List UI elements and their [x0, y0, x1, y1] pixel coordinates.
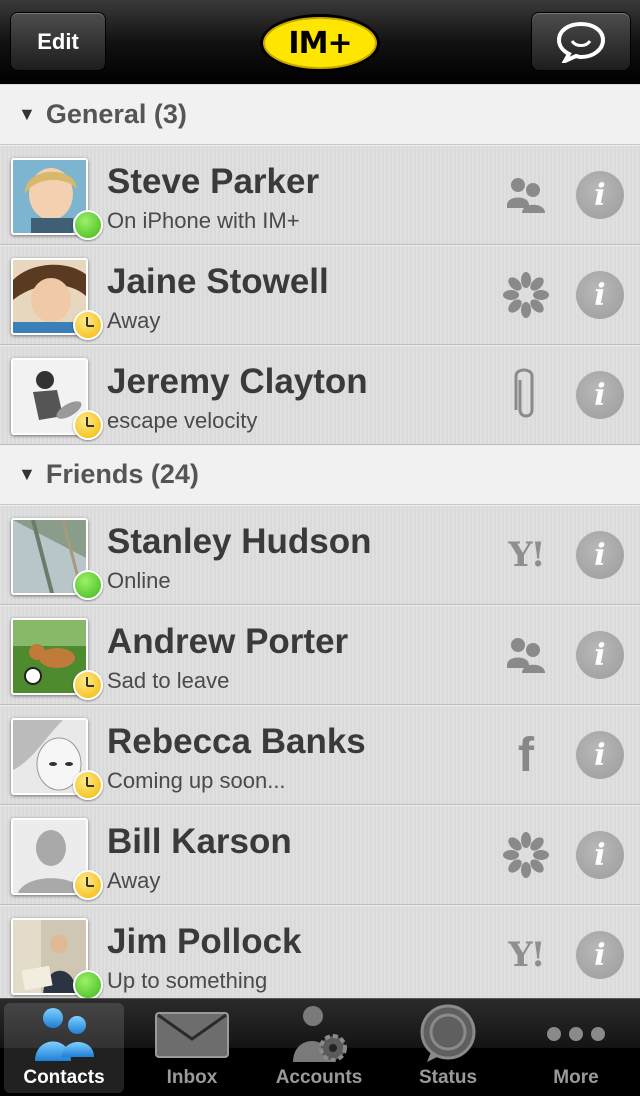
contact-row[interactable]: Andrew Porter Sad to leave i [0, 605, 640, 705]
contact-name: Andrew Porter [107, 622, 349, 661]
top-navigation-bar: Edit IM+ [0, 0, 640, 84]
im-plus-logo: IM+ [258, 12, 382, 74]
contact-status-text: Coming up soon... [107, 768, 286, 793]
info-button[interactable]: i [576, 731, 624, 779]
contact-name: Jeremy Clayton [107, 362, 368, 401]
chat-bubble-icon [556, 21, 606, 63]
info-button[interactable]: i [576, 831, 624, 879]
status-away-icon [73, 870, 103, 900]
contact-status-text: Away [107, 308, 161, 333]
contact-row[interactable]: Jim Pollock Up to something Y! i [0, 905, 640, 998]
more-dots-icon [531, 1003, 621, 1065]
status-online-icon [73, 210, 103, 240]
tab-label: Accounts [275, 1067, 363, 1088]
logo-text: IM+ [288, 25, 352, 61]
status-online-icon [73, 570, 103, 600]
group-header-general[interactable]: ▼ General (3) [0, 85, 640, 145]
tab-label: Status [418, 1067, 478, 1088]
status-away-icon [73, 410, 103, 440]
compose-chat-button[interactable] [531, 12, 631, 71]
contact-status-text: Up to something [107, 968, 268, 993]
contact-row[interactable]: Bill Karson Away i [0, 805, 640, 905]
contact-name: Rebecca Banks [107, 722, 366, 761]
group-icon [498, 630, 554, 680]
contact-name: Bill Karson [107, 822, 292, 861]
contact-status-text: Sad to leave [107, 668, 230, 693]
icq-flower-icon [498, 830, 554, 880]
facebook-icon: f [518, 728, 534, 782]
status-away-icon [73, 670, 103, 700]
status-online-icon [73, 970, 103, 998]
contact-status-text: On iPhone with IM+ [107, 208, 300, 233]
contact-row[interactable]: Jaine Stowell Away i [0, 245, 640, 345]
group-label: General (3) [45, 99, 187, 129]
tab-more[interactable]: More [516, 1003, 636, 1093]
contact-row[interactable]: Stanley Hudson Online Y! i [0, 505, 640, 605]
tab-inbox[interactable]: Inbox [132, 1003, 252, 1093]
tab-label: More [553, 1067, 599, 1088]
info-button[interactable]: i [576, 531, 624, 579]
icq-flower-icon [498, 270, 554, 320]
accounts-gear-icon [274, 1003, 364, 1065]
contact-row[interactable]: Steve Parker On iPhone with IM+ i [0, 145, 640, 245]
contact-row[interactable]: Rebecca Banks Coming up soon... f i [0, 705, 640, 805]
info-button[interactable]: i [576, 171, 624, 219]
contact-status-text: Away [107, 868, 161, 893]
tab-bar: Contacts Inbox Accounts Status More [0, 998, 640, 1096]
contact-name: Jaine Stowell [107, 262, 329, 301]
yahoo-icon: Y! [508, 535, 545, 575]
group-header-friends[interactable]: ▼ Friends (24) [0, 445, 640, 505]
envelope-icon [147, 1003, 237, 1065]
info-button[interactable]: i [576, 631, 624, 679]
tab-contacts[interactable]: Contacts [4, 1003, 124, 1093]
contact-name: Steve Parker [107, 162, 320, 201]
status-bubble-icon [403, 1003, 493, 1065]
group-label: Friends (24) [45, 459, 199, 489]
status-away-icon [73, 770, 103, 800]
tab-status[interactable]: Status [388, 1003, 508, 1093]
paperclip-icon [498, 368, 554, 420]
contact-row[interactable]: Jeremy Clayton escape velocity i [0, 345, 640, 445]
disclosure-triangle-icon: ▼ [18, 464, 36, 484]
info-button[interactable]: i [576, 371, 624, 419]
contact-list[interactable]: ▼ General (3) Steve Parker On iPhone wit… [0, 85, 640, 998]
info-button[interactable]: i [576, 931, 624, 979]
contact-name: Stanley Hudson [107, 522, 372, 561]
info-button[interactable]: i [576, 271, 624, 319]
contacts-icon [19, 1003, 109, 1065]
edit-button[interactable]: Edit [10, 12, 106, 71]
contact-status-text: escape velocity [107, 408, 258, 433]
contact-status-text: Online [107, 568, 171, 593]
status-away-icon [73, 310, 103, 340]
yahoo-icon: Y! [508, 935, 545, 975]
tab-label: Inbox [166, 1067, 218, 1088]
contact-name: Jim Pollock [107, 922, 302, 961]
group-icon [498, 170, 554, 220]
tab-accounts[interactable]: Accounts [259, 1003, 379, 1093]
disclosure-triangle-icon: ▼ [18, 104, 36, 124]
tab-label: Contacts [23, 1067, 105, 1088]
